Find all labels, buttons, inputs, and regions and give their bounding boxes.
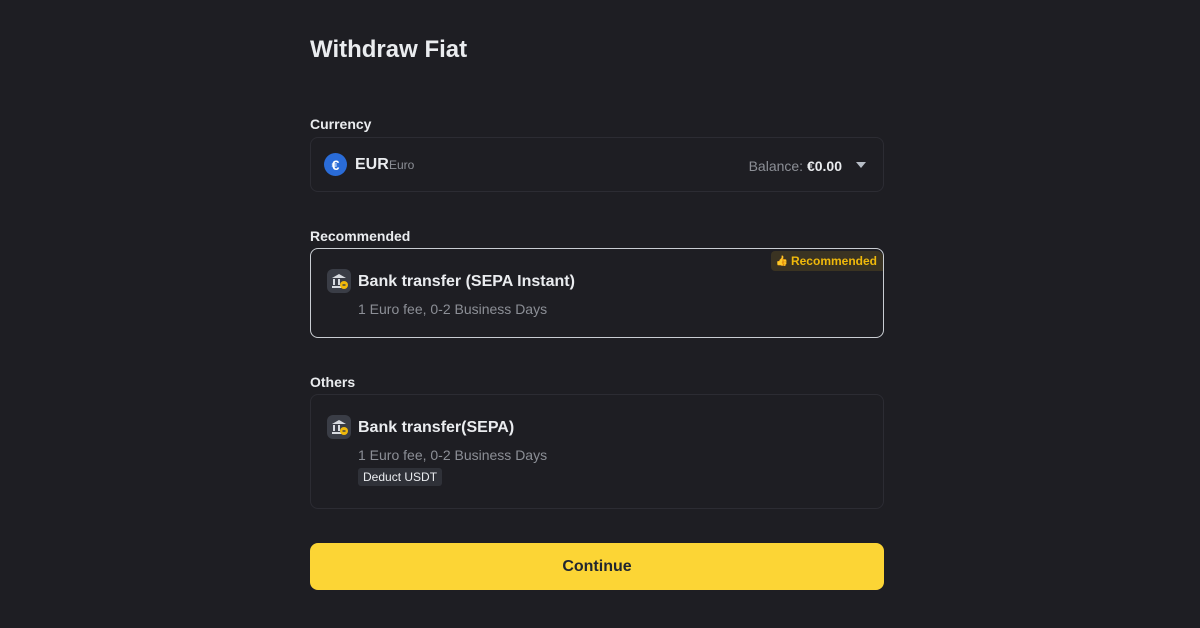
- balance-value: €0.00: [806, 158, 842, 174]
- withdraw-fiat-page: Withdraw Fiat Currency € EUR Euro Balanc…: [0, 0, 1200, 628]
- balance-label: Balance:: [748, 158, 804, 174]
- page-title: Withdraw Fiat: [310, 36, 468, 63]
- balance: Balance: €0.00: [749, 158, 842, 174]
- method-description: 1 Euro fee, 0-2 Business Days: [358, 301, 548, 317]
- thumbs-up-icon: 👍: [775, 255, 788, 267]
- currency-label: Currency: [310, 116, 372, 132]
- deduct-usdt-tag: Deduct USDT: [358, 468, 443, 486]
- currency-code: EUR: [355, 156, 389, 173]
- bank-icon: [327, 269, 351, 293]
- bank-icon: [327, 415, 351, 439]
- euro-coin-icon: €: [324, 153, 347, 176]
- recommended-label: Recommended: [310, 228, 411, 244]
- continue-button[interactable]: Continue: [310, 543, 884, 590]
- chevron-down-icon[interactable]: [856, 162, 866, 168]
- recommended-badge: 👍 Recommended: [770, 251, 883, 271]
- method-title: Bank transfer(SEPA): [358, 419, 515, 436]
- method-sepa-instant[interactable]: 👍 Recommended Bank transfer (SEPA Instan…: [310, 248, 884, 338]
- method-sepa[interactable]: Bank transfer(SEPA) 1 Euro fee, 0-2 Busi…: [310, 394, 884, 509]
- others-label: Others: [310, 374, 356, 390]
- method-description: 1 Euro fee, 0-2 Business Days: [358, 447, 548, 463]
- recommended-badge-label: Recommended: [790, 254, 877, 268]
- currency-name: Euro: [389, 158, 415, 172]
- currency-select[interactable]: € EUR Euro Balance: €0.00: [310, 137, 884, 192]
- method-title: Bank transfer (SEPA Instant): [358, 273, 575, 290]
